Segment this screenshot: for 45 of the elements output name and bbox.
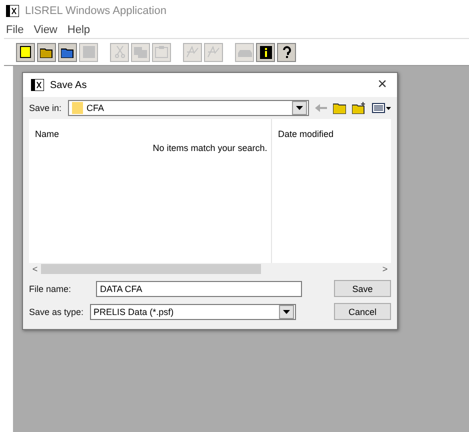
menu-item[interactable]: View — [34, 24, 58, 36]
printer-icon — [238, 47, 252, 57]
folder-icon — [72, 102, 83, 114]
close-button[interactable]: × — [376, 76, 389, 94]
copy-icon — [134, 46, 147, 58]
file-type-dropdown[interactable]: PRELIS Data (*.psf) — [90, 304, 296, 320]
empty-message: No items match your search. — [152, 143, 268, 153]
window-title: LISREL Windows Application — [25, 5, 166, 17]
dialog-title: Save As — [50, 80, 88, 90]
app-logo-icon — [31, 79, 44, 91]
info-icon — [260, 46, 272, 58]
view-menu-icon[interactable] — [372, 103, 391, 113]
toolbar-button[interactable] — [58, 42, 77, 62]
dropdown-arrow-icon — [296, 106, 304, 110]
toolbar-button[interactable] — [277, 42, 296, 62]
save-in-label: Save in: — [29, 103, 62, 113]
new-file-icon — [20, 46, 31, 58]
open-folder-icon — [40, 46, 54, 58]
column-header[interactable]: Date modified — [278, 129, 334, 139]
clipboard-icon — [155, 46, 168, 58]
scroll-left-arrow[interactable]: < — [29, 264, 41, 274]
scroll-right-arrow[interactable]: > — [379, 264, 391, 274]
column-header[interactable]: Name — [35, 129, 60, 139]
menu-item[interactable]: Help — [67, 24, 90, 36]
scissors-icon — [114, 46, 124, 58]
toolbar-button[interactable] — [16, 42, 35, 62]
dropdown-arrow-icon — [282, 310, 290, 314]
save-button[interactable]: Save — [334, 280, 391, 297]
file-name-label: File name: — [29, 284, 72, 294]
help-icon — [282, 46, 292, 58]
new-folder-icon[interactable] — [352, 102, 366, 114]
folder-icon — [60, 46, 74, 58]
path-diagram-icon — [207, 46, 220, 58]
menu-item[interactable]: File — [6, 24, 24, 36]
toolbar-button[interactable] — [256, 42, 275, 62]
up-folder-icon[interactable] — [333, 102, 346, 114]
file-name-field[interactable]: DATA CFA — [96, 280, 302, 296]
app-logo-icon — [6, 5, 19, 17]
cancel-button[interactable]: Cancel — [334, 303, 391, 320]
path-diagram-icon — [186, 46, 199, 58]
back-arrow-icon[interactable] — [315, 104, 328, 112]
toolbar-button[interactable] — [37, 42, 56, 62]
scrollbar-thumb[interactable] — [41, 264, 261, 274]
save-as-type-label: Save as type: — [29, 306, 84, 316]
save-in-dropdown[interactable]: CFA — [68, 100, 310, 116]
